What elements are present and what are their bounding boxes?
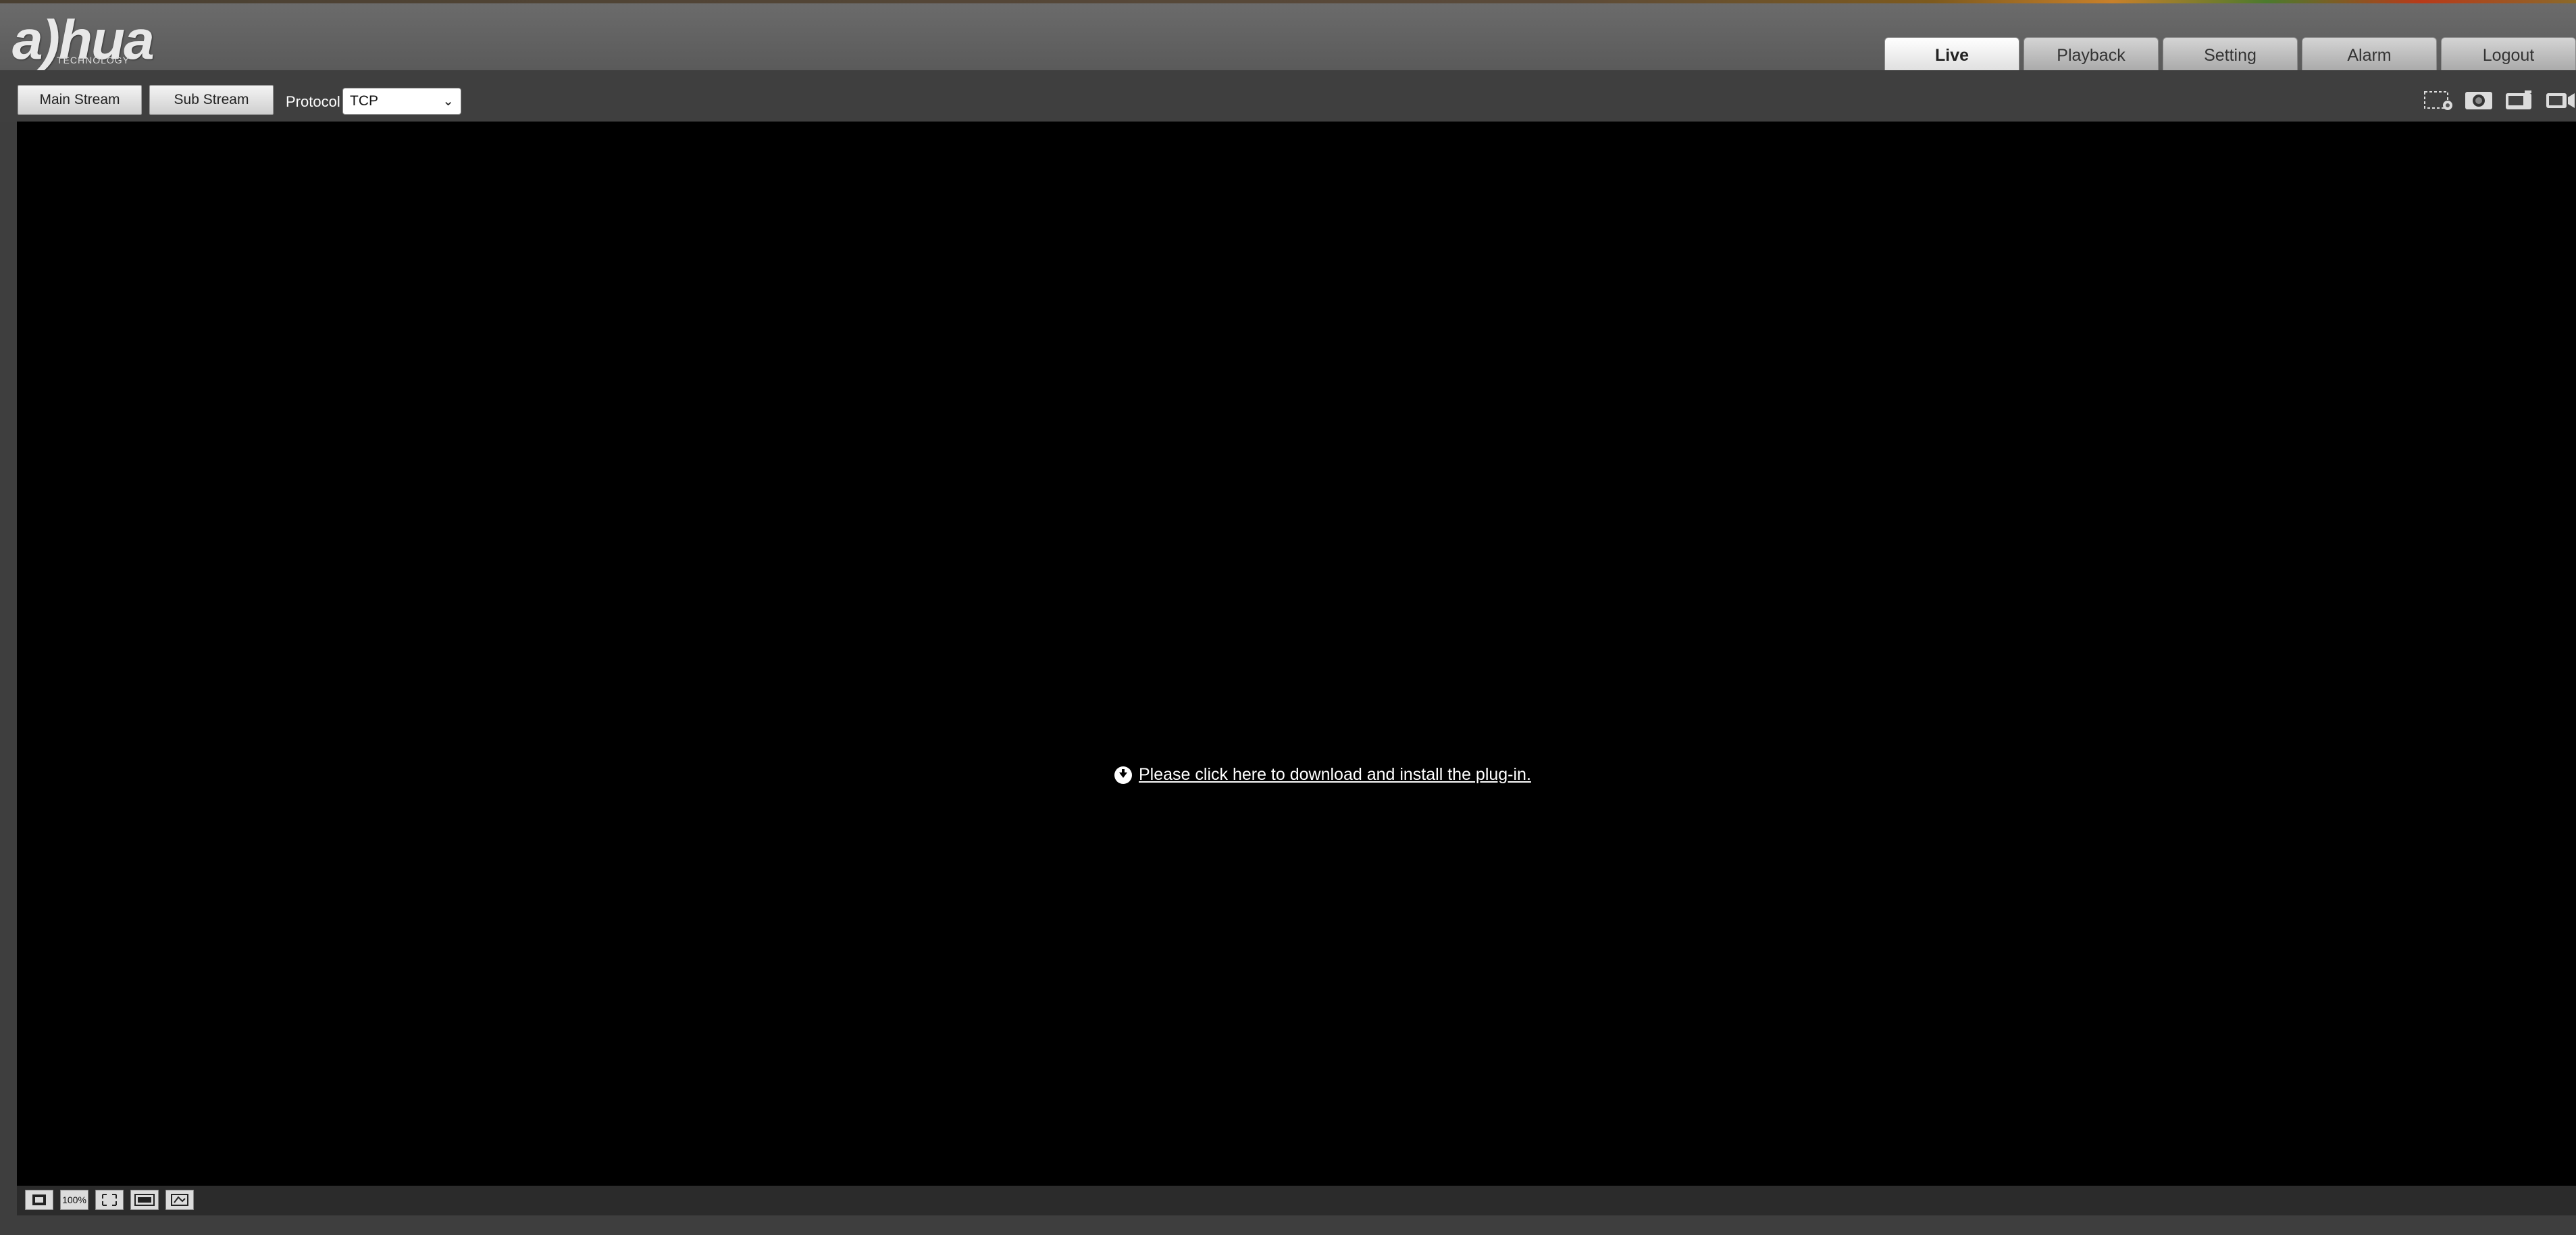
record-icon[interactable]	[2544, 85, 2576, 115]
logo-subtext: TECHNOLOGY	[57, 55, 130, 65]
original-size-icon[interactable]	[25, 1190, 53, 1210]
width-height-ratio-icon[interactable]	[130, 1190, 159, 1210]
plugin-download-link[interactable]: Please click here to download and instal…	[1114, 765, 1531, 785]
tab-setting[interactable]: Setting	[2163, 37, 2298, 72]
bottom-tool-icons: 100%	[25, 1190, 194, 1210]
tab-logout[interactable]: Logout	[2441, 37, 2576, 72]
region-zoom-icon[interactable]	[2422, 85, 2454, 115]
header: a)hua TECHNOLOGY Live Playback Setting A…	[0, 3, 2576, 72]
plugin-message[interactable]: Please click here to download and instal…	[1139, 765, 1531, 785]
fluency-icon[interactable]	[165, 1190, 194, 1210]
main-nav-tabs: Live Playback Setting Alarm Logout	[1880, 37, 2576, 72]
stream-toolbar: Main Stream Sub Stream Protocol TCP ⌄	[0, 70, 2576, 122]
footer	[0, 1215, 2576, 1235]
protocol-value: TCP	[350, 93, 378, 109]
tab-playback[interactable]: Playback	[2024, 37, 2159, 72]
tab-alarm[interactable]: Alarm	[2302, 37, 2437, 72]
brand-logo: a)hua TECHNOLOGY	[12, 11, 188, 70]
live-video-area[interactable]: Please click here to download and instal…	[17, 122, 2576, 1186]
protocol-select[interactable]: TCP ⌄	[342, 88, 461, 115]
zoom-100-icon[interactable]: 100%	[60, 1190, 88, 1210]
triple-snapshot-icon[interactable]	[2503, 85, 2535, 115]
snapshot-icon[interactable]	[2463, 85, 2495, 115]
main-stream-button[interactable]: Main Stream	[18, 85, 142, 115]
tab-live[interactable]: Live	[1884, 37, 2019, 72]
fullscreen-icon[interactable]	[95, 1190, 124, 1210]
live-tool-icons	[2422, 85, 2576, 115]
download-icon	[1114, 766, 1132, 784]
video-bottom-bar: 100%	[17, 1186, 2576, 1215]
chevron-down-icon: ⌄	[442, 94, 454, 109]
sub-stream-button[interactable]: Sub Stream	[149, 85, 274, 115]
protocol-label: Protocol	[286, 93, 340, 110]
